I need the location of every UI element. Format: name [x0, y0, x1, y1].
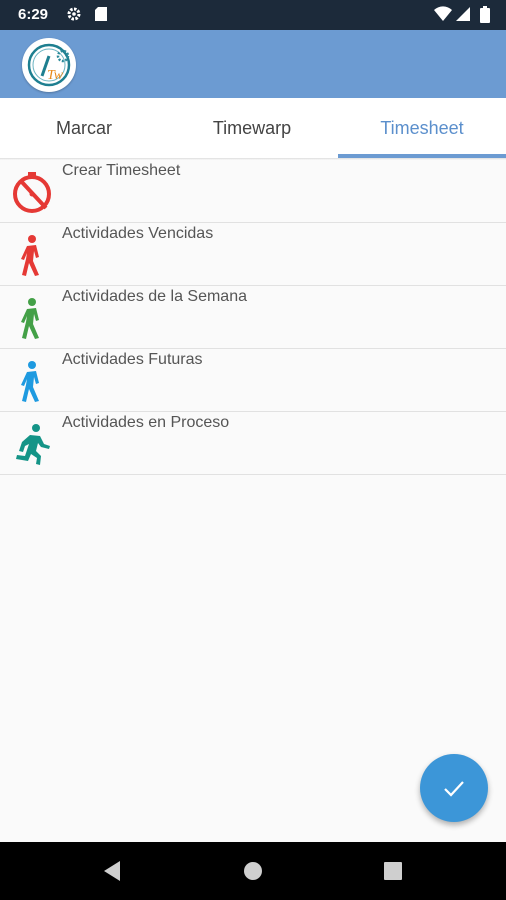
- list-item-label: Actividades de la Semana: [62, 288, 247, 305]
- list-item-label: Actividades Futuras: [62, 351, 203, 368]
- home-icon[interactable]: [243, 861, 263, 886]
- check-icon: [444, 781, 464, 797]
- tab-timewarp[interactable]: Timewarp: [168, 98, 336, 158]
- wifi-icon: [434, 6, 452, 26]
- list-item-label: Crear Timesheet: [62, 162, 181, 179]
- list-item-actividades-futuras[interactable]: Actividades Futuras: [0, 349, 506, 412]
- sd-card-icon: [94, 6, 108, 26]
- app-bar: Tw: [0, 30, 506, 98]
- list-item-actividades-vencidas[interactable]: Actividades Vencidas: [0, 223, 506, 286]
- list-item-actividades-proceso[interactable]: Actividades en Proceso: [0, 412, 506, 475]
- system-nav-bar: [0, 842, 506, 900]
- confirm-fab-button[interactable]: [420, 754, 488, 822]
- status-bar: 6:29: [0, 0, 506, 30]
- list-item-label: Actividades en Proceso: [62, 414, 230, 431]
- list-item-label: Actividades Vencidas: [62, 225, 214, 242]
- activity-list: Crear Timesheet Actividades Vencidas Act…: [0, 160, 506, 475]
- settings-icon: [66, 6, 82, 26]
- tab-bar: Marcar Timewarp Timesheet: [0, 98, 506, 158]
- recents-icon[interactable]: [384, 862, 402, 885]
- walking-person-icon: [10, 233, 54, 277]
- app-logo: Tw: [22, 38, 76, 92]
- tab-timesheet[interactable]: Timesheet: [338, 98, 506, 158]
- list-item-crear-timesheet[interactable]: Crear Timesheet: [0, 160, 506, 223]
- list-item-actividades-semana[interactable]: Actividades de la Semana: [0, 286, 506, 349]
- signal-icon: [456, 6, 470, 26]
- svg-text:Tw: Tw: [47, 68, 64, 83]
- tab-marcar[interactable]: Marcar: [0, 98, 168, 158]
- timer-off-icon: [10, 170, 54, 214]
- running-person-icon: [10, 422, 54, 466]
- walking-person-icon: [10, 296, 54, 340]
- walking-person-icon: [10, 359, 54, 403]
- status-time: 6:29: [18, 6, 49, 23]
- back-icon[interactable]: [102, 860, 122, 887]
- battery-icon: [480, 6, 490, 27]
